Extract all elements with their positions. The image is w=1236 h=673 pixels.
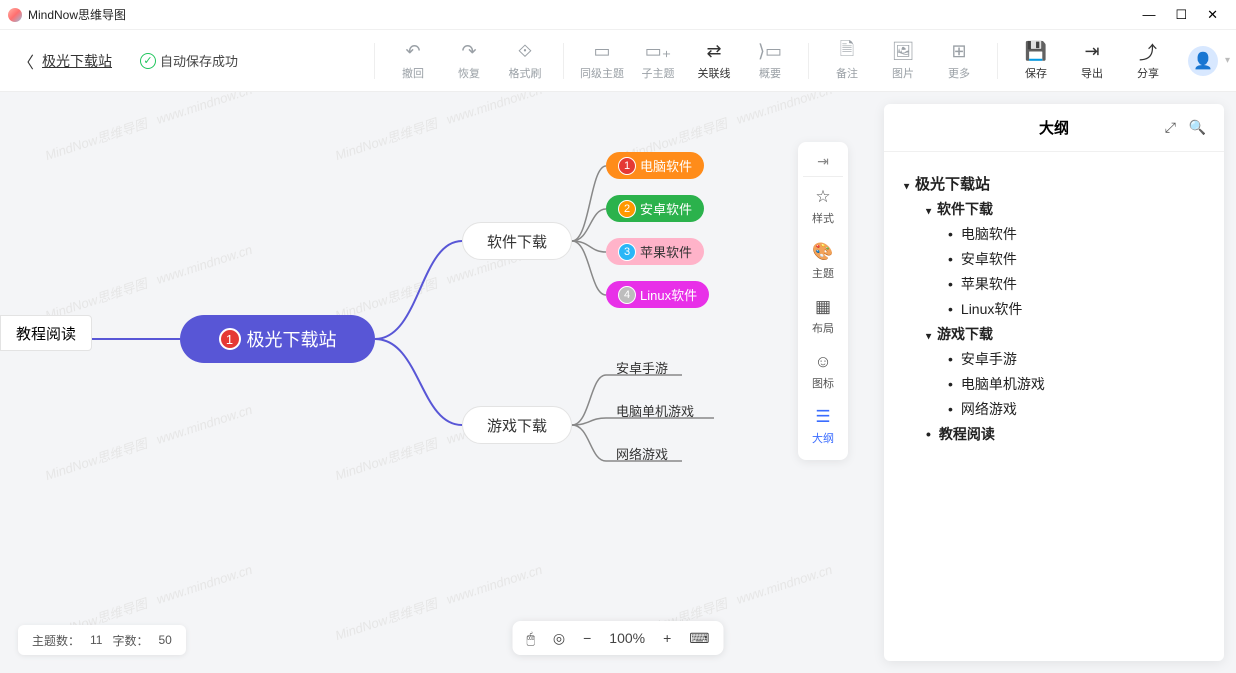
node-pc-software[interactable]: 1电脑软件 <box>606 152 704 179</box>
sibling-icon: ▭ <box>593 41 610 63</box>
node-apple-software[interactable]: 3苹果软件 <box>606 238 704 265</box>
zoom-out-button[interactable]: − <box>583 630 591 646</box>
sibling-topic-button[interactable]: ▭同级主题 <box>574 41 630 81</box>
zoom-bar: 🖱 ◎ − 100% + ⌨ <box>512 621 723 655</box>
outline-software[interactable]: 软件下载 <box>926 199 1204 219</box>
share-button[interactable]: ⤴分享 <box>1120 41 1176 81</box>
minimize-icon[interactable]: — <box>1142 7 1155 23</box>
layout-panel-button[interactable]: ▦布局 <box>798 289 848 344</box>
back-button[interactable]: 〈 <box>18 49 34 73</box>
node-linux-software[interactable]: 4Linux软件 <box>606 281 709 308</box>
redo-button[interactable]: ↷恢复 <box>441 41 497 81</box>
undo-button[interactable]: ↶撤回 <box>385 41 441 81</box>
format-brush-button[interactable]: ⟐格式刷 <box>497 41 553 81</box>
center-icon[interactable]: ◎ <box>553 630 565 647</box>
more-icon: ⊞ <box>951 41 966 63</box>
node-software[interactable]: 软件下载 <box>462 222 572 260</box>
relation-line-button[interactable]: ⇄关联线 <box>686 41 742 81</box>
outline-panel-button[interactable]: ☰大纲 <box>798 399 848 454</box>
word-count: 50 <box>159 633 172 647</box>
share-icon: ⤴ <box>1139 41 1157 63</box>
outline-body: 极光下载站 软件下载 电脑软件 安卓软件 苹果软件 Linux软件 游戏下载 安… <box>884 152 1224 465</box>
brush-icon: ⟐ <box>518 41 532 63</box>
mouse-mode-icon[interactable]: 🖱 <box>526 630 534 647</box>
note-icon: 🗎 <box>840 41 854 63</box>
outline-reading[interactable]: 教程阅读 <box>926 424 1204 444</box>
node-android-software[interactable]: 2安卓软件 <box>606 195 704 222</box>
word-count-label: 字数： <box>112 632 148 649</box>
summary-button[interactable]: ⟩▭概要 <box>742 41 798 81</box>
status-bar: 主题数： 11 字数： 50 <box>18 625 186 655</box>
user-avatar[interactable]: 👤 <box>1188 46 1218 76</box>
node-android-game[interactable]: 安卓手游 <box>616 358 668 377</box>
side-toolbar: ⇥ ☆样式 🎨主题 ▦布局 ☺图标 ☰大纲 <box>798 142 848 460</box>
mindmap-canvas[interactable]: MindNow思维导图 www.mindnow.cn MindNow思维导图 w… <box>0 92 1236 673</box>
node-reading[interactable]: 教程阅读 <box>0 315 92 351</box>
undo-icon: ↶ <box>405 41 420 63</box>
more-button[interactable]: ⊞更多 <box>931 41 987 81</box>
export-icon: ⇥ <box>1084 41 1099 63</box>
node-pc-game[interactable]: 电脑单机游戏 <box>616 401 694 420</box>
theme-panel-button[interactable]: 🎨主题 <box>798 234 848 289</box>
image-button[interactable]: 🖼图片 <box>875 41 931 81</box>
node-online-game[interactable]: 网络游戏 <box>616 444 668 463</box>
document-name[interactable]: 极光下载站 <box>42 51 112 71</box>
zoom-in-button[interactable]: + <box>663 630 671 646</box>
app-logo-icon <box>8 8 22 22</box>
layout-icon: ▦ <box>815 297 831 317</box>
palette-icon: 🎨 <box>812 242 833 262</box>
badge-3-icon: 3 <box>618 243 636 261</box>
node-games[interactable]: 游戏下载 <box>462 406 572 444</box>
list-icon: ☰ <box>815 407 830 427</box>
redo-icon: ↷ <box>461 41 476 63</box>
check-icon: ✓ <box>140 53 156 69</box>
outline-item[interactable]: 电脑软件 <box>948 224 1204 244</box>
search-icon[interactable]: 🔍 <box>1189 119 1206 136</box>
relation-icon: ⇄ <box>706 41 721 63</box>
window-title: MindNow思维导图 <box>28 6 126 23</box>
badge-2-icon: 2 <box>618 200 636 218</box>
autosave-label: 自动保存成功 <box>160 51 238 70</box>
image-icon: 🖼 <box>892 41 915 63</box>
toolbar: 〈 极光下载站 ✓ 自动保存成功 ↶撤回 ↷恢复 ⟐格式刷 ▭同级主题 ▭₊子主… <box>0 30 1236 92</box>
badge-4-icon: 4 <box>618 286 636 304</box>
child-icon: ▭₊ <box>645 41 672 63</box>
export-button[interactable]: ⇥导出 <box>1064 41 1120 81</box>
outline-item[interactable]: 安卓手游 <box>948 349 1204 369</box>
style-panel-button[interactable]: ☆样式 <box>798 179 848 234</box>
node-root[interactable]: 1极光下载站 <box>180 315 375 363</box>
expand-icon[interactable]: ⤢ <box>1165 119 1176 136</box>
child-topic-button[interactable]: ▭₊子主题 <box>630 41 686 81</box>
keyboard-icon[interactable]: ⌨ <box>689 630 709 647</box>
note-button[interactable]: 🗎备注 <box>819 41 875 81</box>
outline-header: 大纲 ⤢ 🔍 <box>884 104 1224 152</box>
close-icon[interactable]: ✕ <box>1207 7 1218 23</box>
star-icon: ☆ <box>815 187 830 207</box>
outline-item[interactable]: 安卓软件 <box>948 249 1204 269</box>
outline-item[interactable]: 电脑单机游戏 <box>948 374 1204 394</box>
autosave-status: ✓ 自动保存成功 <box>140 51 238 70</box>
badge-1-icon: 1 <box>618 157 636 175</box>
badge-1-icon: 1 <box>219 328 241 350</box>
outline-item[interactable]: Linux软件 <box>948 299 1204 319</box>
title-bar: MindNow思维导图 — ☐ ✕ <box>0 0 1236 30</box>
user-icon: 👤 <box>1193 51 1213 71</box>
summary-icon: ⟩▭ <box>758 41 782 63</box>
outline-games[interactable]: 游戏下载 <box>926 324 1204 344</box>
maximize-icon[interactable]: ☐ <box>1175 7 1187 23</box>
save-button[interactable]: 💾保存 <box>1008 41 1064 81</box>
collapse-panel-button[interactable]: ⇥ <box>817 148 829 174</box>
outline-root[interactable]: 极光下载站 <box>904 173 1204 194</box>
icon-panel-button[interactable]: ☺图标 <box>798 344 848 399</box>
topic-count-label: 主题数： <box>32 632 80 649</box>
outline-panel: 大纲 ⤢ 🔍 极光下载站 软件下载 电脑软件 安卓软件 苹果软件 Linux软件… <box>884 104 1224 661</box>
outline-item[interactable]: 苹果软件 <box>948 274 1204 294</box>
outline-item[interactable]: 网络游戏 <box>948 399 1204 419</box>
topic-count: 11 <box>90 633 102 647</box>
smile-icon: ☺ <box>814 352 831 372</box>
window-controls: — ☐ ✕ <box>1142 7 1228 23</box>
outline-title: 大纲 <box>1039 117 1069 138</box>
save-icon: 💾 <box>1025 41 1047 63</box>
zoom-level: 100% <box>609 630 645 646</box>
